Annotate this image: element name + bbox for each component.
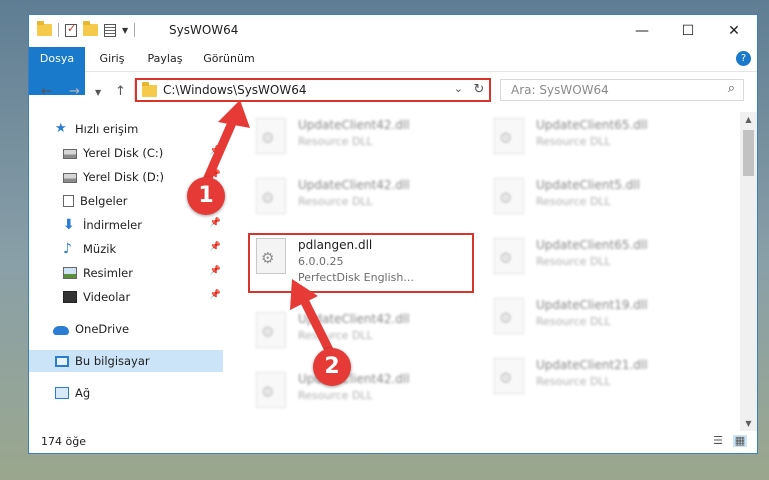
arrow-1 xyxy=(202,100,250,185)
step-badge-2: 2 xyxy=(313,348,351,386)
step-badge-1: 1 xyxy=(187,177,225,215)
arrow-2 xyxy=(290,279,335,357)
annotation-arrows xyxy=(202,100,335,357)
